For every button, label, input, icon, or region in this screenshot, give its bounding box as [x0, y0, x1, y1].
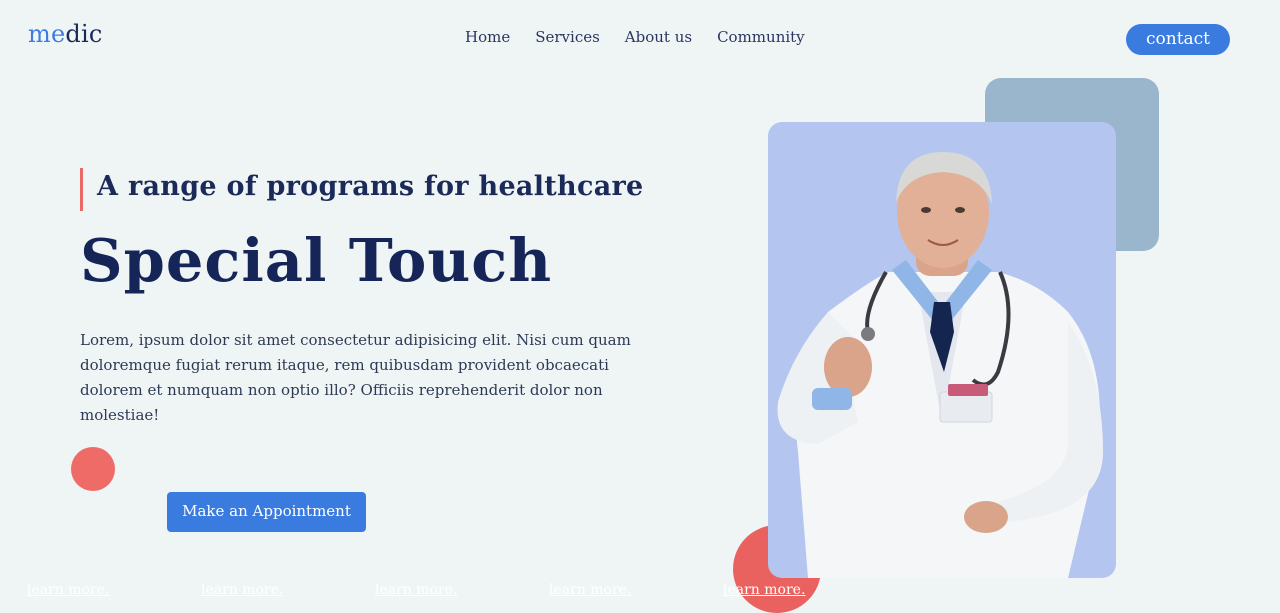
contact-button[interactable]: contact — [1126, 24, 1230, 55]
logo-accent: me — [28, 20, 66, 48]
nav-community[interactable]: Community — [717, 28, 805, 46]
doctor-photo — [768, 122, 1116, 578]
hero-description: Lorem, ipsum dolor sit amet consectetur … — [80, 331, 631, 424]
main-nav: Home Services About us Community — [465, 28, 805, 46]
nav-home[interactable]: Home — [465, 28, 510, 46]
learn-more-row: learn more. learn more. learn more. lear… — [0, 582, 1280, 602]
learn-more-link-1[interactable]: learn more. — [27, 582, 109, 598]
learn-more-link-3[interactable]: learn more. — [375, 582, 457, 598]
nav-services[interactable]: Services — [535, 28, 600, 46]
nav-about-us[interactable]: About us — [625, 28, 692, 46]
hero-tagline: A range of programs for healthcare — [80, 168, 644, 211]
decorative-circle-left — [71, 447, 115, 491]
make-appointment-button[interactable]: Make an Appointment — [167, 492, 366, 532]
logo[interactable]: medic — [28, 20, 102, 48]
hero-headline: Special Touch — [80, 226, 553, 295]
learn-more-link-5[interactable]: learn more. — [723, 582, 805, 598]
learn-more-link-2[interactable]: learn more. — [201, 582, 283, 598]
doctor-illustration — [777, 152, 1103, 578]
logo-rest: dic — [65, 20, 103, 48]
learn-more-link-4[interactable]: learn more. — [549, 582, 631, 598]
